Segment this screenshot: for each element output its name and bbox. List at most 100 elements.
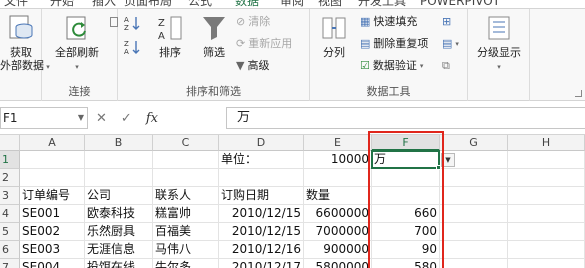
cell-h2[interactable] <box>508 169 585 187</box>
tab-page-layout[interactable]: 页面布局 <box>124 0 172 8</box>
validation-dropdown-icon[interactable]: ▼ <box>441 153 455 167</box>
cell-e1[interactable]: 10000 <box>304 151 372 169</box>
cell-g6[interactable] <box>440 241 508 259</box>
data-validation-button[interactable]: ☑ 数据验证 ▾ <box>360 59 423 73</box>
cell-a2[interactable] <box>20 169 85 187</box>
filter-button[interactable]: 筛选 <box>196 13 232 59</box>
cell-d2[interactable] <box>219 169 304 187</box>
cell-e5[interactable]: 7000000 <box>304 223 372 241</box>
sort-button[interactable]: Z A 排序 <box>152 13 188 59</box>
refresh-all-button[interactable]: 全部刷新 ▾ <box>48 13 106 74</box>
what-if-icon[interactable]: ▤ ▾ <box>442 37 459 51</box>
row-header-6[interactable]: 6 <box>0 241 20 259</box>
cell-b6[interactable]: 无涯信息 <box>85 241 153 259</box>
dialog-launcher-icon[interactable] <box>575 90 582 97</box>
tab-insert[interactable]: 插入 <box>92 0 116 8</box>
cell-f2[interactable] <box>372 169 440 187</box>
name-box-dropdown-icon[interactable]: ▼ <box>78 108 84 128</box>
cell-d7[interactable]: 2010/12/17 <box>219 259 304 268</box>
tab-powerpivot[interactable]: POWERPIVOT <box>420 0 500 8</box>
column-header-h[interactable]: H <box>508 135 585 151</box>
cell-c4[interactable]: 糕富帅 <box>153 205 219 223</box>
row-header-1[interactable]: 1 <box>0 151 20 169</box>
cell-c7[interactable]: 牛尔多 <box>153 259 219 268</box>
enter-icon[interactable]: ✓ <box>121 111 132 126</box>
clear-filter-button[interactable]: ⊘ 清除 <box>236 15 270 29</box>
column-header-a[interactable]: A <box>20 135 85 151</box>
select-all-corner[interactable] <box>0 135 20 151</box>
cell-g4[interactable] <box>440 205 508 223</box>
tab-review[interactable]: 审阅 <box>280 0 304 8</box>
column-header-f[interactable]: F <box>372 135 440 151</box>
cell-e2[interactable] <box>304 169 372 187</box>
cell-f4[interactable]: 660 <box>372 205 440 223</box>
cell-f6[interactable]: 90 <box>372 241 440 259</box>
cell-h5[interactable] <box>508 223 585 241</box>
tab-data[interactable]: 数据 <box>235 0 259 8</box>
cell-c1[interactable] <box>153 151 219 169</box>
cell-b4[interactable]: 欧泰科技 <box>85 205 153 223</box>
remove-duplicates-button[interactable]: ▤ 删除重复项 <box>360 37 428 51</box>
relationships-icon[interactable]: ⧉ <box>442 59 450 73</box>
cell-c2[interactable] <box>153 169 219 187</box>
column-header-b[interactable]: B <box>85 135 153 151</box>
cell-e6[interactable]: 900000 <box>304 241 372 259</box>
cell-f7[interactable]: 580 <box>372 259 440 268</box>
cell-g5[interactable] <box>440 223 508 241</box>
text-to-columns-button[interactable]: 分列 <box>314 13 354 59</box>
get-external-data-button[interactable]: 获取 外部数据 ▾ <box>0 13 50 74</box>
row-header-4[interactable]: 4 <box>0 205 20 223</box>
cell-f3[interactable] <box>372 187 440 205</box>
cell-g3[interactable] <box>440 187 508 205</box>
sort-az-button[interactable]: A Z <box>124 15 142 31</box>
advanced-filter-button[interactable]: ▼ 高级 <box>236 59 269 73</box>
cell-f5[interactable]: 700 <box>372 223 440 241</box>
name-box[interactable]: F1 ▼ <box>0 107 88 129</box>
cell-c5[interactable]: 百福美 <box>153 223 219 241</box>
cell-d4[interactable]: 2010/12/15 <box>219 205 304 223</box>
tab-view[interactable]: 视图 <box>318 0 342 8</box>
consolidate-icon[interactable]: ⊞ <box>442 15 451 29</box>
cell-a4[interactable]: SE001 <box>20 205 85 223</box>
cell-d6[interactable]: 2010/12/16 <box>219 241 304 259</box>
column-header-e[interactable]: E <box>304 135 372 151</box>
cell-h7[interactable] <box>508 259 585 268</box>
cell-c6[interactable]: 马伟八 <box>153 241 219 259</box>
cell-g7[interactable] <box>440 259 508 268</box>
cell-h4[interactable] <box>508 205 585 223</box>
cell-b1[interactable] <box>85 151 153 169</box>
cell-b2[interactable] <box>85 169 153 187</box>
row-header-5[interactable]: 5 <box>0 223 20 241</box>
cell-h1[interactable] <box>508 151 585 169</box>
cell-d1[interactable]: 单位： <box>219 151 304 169</box>
cancel-icon[interactable]: ✕ <box>96 111 107 126</box>
flash-fill-button[interactable]: ▦ 快速填充 <box>360 15 417 29</box>
sort-za-button[interactable]: Z A <box>124 39 142 55</box>
cell-e7[interactable]: 5800000 <box>304 259 372 268</box>
tab-file[interactable]: 文件 <box>4 0 28 8</box>
tab-formulas[interactable]: 公式 <box>188 0 212 8</box>
cell-c3[interactable]: 联系人 <box>153 187 219 205</box>
cell-b3[interactable]: 公司 <box>85 187 153 205</box>
cell-h3[interactable] <box>508 187 585 205</box>
cell-g2[interactable] <box>440 169 508 187</box>
cell-b7[interactable]: 投饵在线 <box>85 259 153 268</box>
row-header-7[interactable]: 7 <box>0 259 20 268</box>
cell-a3[interactable]: 订单编号 <box>20 187 85 205</box>
column-header-d[interactable]: D <box>219 135 304 151</box>
cell-d3[interactable]: 订购日期 <box>219 187 304 205</box>
cell-e3[interactable]: 数量 <box>304 187 372 205</box>
row-header-3[interactable]: 3 <box>0 187 20 205</box>
tab-developer[interactable]: 开发工具 <box>358 0 406 8</box>
cell-b5[interactable]: 乐然厨具 <box>85 223 153 241</box>
formula-input[interactable]: 万 <box>226 107 585 129</box>
cell-a7[interactable]: SE004 <box>20 259 85 268</box>
tab-home[interactable]: 开始 <box>50 0 74 8</box>
cell-a1[interactable] <box>20 151 85 169</box>
cell-a5[interactable]: SE002 <box>20 223 85 241</box>
cell-a6[interactable]: SE003 <box>20 241 85 259</box>
connections-icon[interactable] <box>110 17 118 27</box>
column-header-c[interactable]: C <box>153 135 219 151</box>
column-header-g[interactable]: G <box>440 135 508 151</box>
cell-e4[interactable]: 6600000 <box>304 205 372 223</box>
